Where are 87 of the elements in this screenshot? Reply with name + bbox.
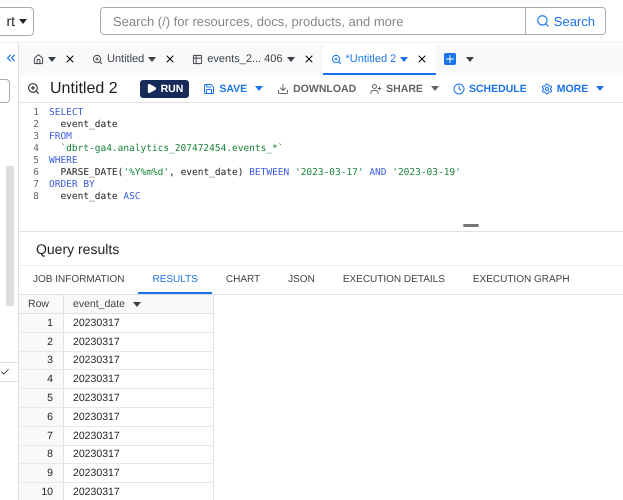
code-line: event_date ASC <box>59 191 141 203</box>
row-number: 8 <box>19 446 64 464</box>
row-number: 10 <box>19 483 64 500</box>
line-number: 6 <box>32 167 40 179</box>
code-line: FROM <box>49 131 72 143</box>
more-button[interactable]: MORE <box>540 80 604 98</box>
results-tab[interactable]: CHART <box>212 266 274 294</box>
query-icon <box>27 82 40 95</box>
row-number: 6 <box>19 408 64 427</box>
input-field[interactable] <box>0 79 10 103</box>
line-number: 1 <box>32 107 40 119</box>
caret-icon <box>286 56 295 62</box>
caret-icon <box>596 86 604 91</box>
line-number: 3 <box>32 131 40 143</box>
schedule-button[interactable]: SCHEDULE <box>452 80 527 98</box>
caret-icon <box>400 56 408 62</box>
code-line: ORDER BY <box>49 179 95 191</box>
results-tab[interactable]: EXECUTION GRAPH <box>458 266 584 294</box>
search-icon <box>536 14 550 28</box>
close-icon[interactable] <box>416 53 428 65</box>
code-line: event_date <box>59 119 118 131</box>
line-number: 4 <box>32 143 40 155</box>
search-button[interactable]: Search <box>524 8 605 34</box>
row-number: 1 <box>19 314 64 333</box>
code-line: WHERE <box>49 155 78 167</box>
table-cell: 20230317 <box>64 446 214 464</box>
caret-icon <box>148 56 156 62</box>
download-icon <box>277 82 290 94</box>
home-icon <box>33 54 44 64</box>
column-header[interactable]: Row <box>19 295 64 314</box>
scrollbar[interactable] <box>6 166 14 306</box>
row-number: 7 <box>19 426 64 446</box>
table-cell: 20230317 <box>64 332 214 352</box>
results-tab[interactable]: JSON <box>274 266 329 294</box>
caret-icon <box>48 56 56 62</box>
line-number: 8 <box>32 191 40 203</box>
play-icon <box>146 83 157 94</box>
save-icon <box>203 82 216 94</box>
results-tab[interactable]: EXECUTION DETAILS <box>328 266 459 294</box>
row-number: 5 <box>19 389 64 408</box>
check-icon <box>0 367 10 377</box>
code-line: PARSE_DATE('%Y%m%d', event_date) BETWEEN '2023-03-17' AND '2023-03-19' <box>59 167 461 179</box>
plus-icon <box>444 53 456 65</box>
row-number: 4 <box>19 370 64 390</box>
row-number: 2 <box>19 332 64 352</box>
results-title: Query results <box>19 232 623 266</box>
search-field[interactable]: Search (/) for resources, docs, products, and more Search <box>100 7 606 35</box>
close-icon[interactable] <box>302 53 315 65</box>
run-button[interactable]: RUN <box>140 80 190 98</box>
results-tab[interactable]: JOB INFORMATION <box>19 266 138 294</box>
code-line: SELECT <box>49 107 84 119</box>
query-title: Untitled 2 <box>50 80 118 98</box>
table-cell: 20230317 <box>64 352 214 370</box>
table-cell: 20230317 <box>64 426 214 446</box>
save-button[interactable]: SAVE <box>203 80 264 98</box>
editor-tab[interactable]: Untitled <box>84 45 184 75</box>
caret-icon <box>430 86 439 91</box>
query-icon <box>92 54 103 64</box>
line-number: 7 <box>32 179 40 191</box>
caret-icon <box>19 18 27 24</box>
query-icon <box>330 54 342 64</box>
column-header[interactable]: event_date <box>64 295 214 314</box>
code-line: `dbrt-ga4.analytics_207472454.events_*` <box>59 143 284 155</box>
close-icon[interactable] <box>164 53 176 65</box>
row-number: 9 <box>19 464 64 484</box>
line-number: 2 <box>32 119 40 131</box>
editor-tab[interactable]: *Untitled 2 <box>322 45 436 75</box>
editor-tab[interactable]: events_2... 406 <box>184 45 323 75</box>
add-person-icon <box>370 82 382 94</box>
line-number: 5 <box>32 155 40 167</box>
caret-icon <box>255 86 264 91</box>
close-icon[interactable] <box>64 53 76 65</box>
table-cell: 20230317 <box>64 408 214 427</box>
table-cell: 20230317 <box>64 483 214 500</box>
clock-icon <box>452 82 465 94</box>
code-editor[interactable]: 1 SELECT 2 event_date 3 FROM 4 `dbrt-ga4.analytics_207472454.events_*` 5 WHERE 6 PARSE_DATE('%Y%m%d', event_date) BETWEEN '2023-03-17' AND '2023-03-19' 7 ORDER BY 8 event_date ASC <box>19 103 623 220</box>
table-cell: 20230317 <box>64 464 214 484</box>
sort-icon <box>132 302 141 306</box>
table-cell: 20230317 <box>64 389 214 408</box>
resize-handle[interactable] <box>463 224 479 227</box>
caret-icon <box>466 56 474 62</box>
project-select[interactable]: rt <box>0 6 34 36</box>
gear-icon <box>540 82 553 94</box>
table-icon <box>192 54 204 64</box>
table-cell: 20230317 <box>64 370 214 390</box>
row-number: 3 <box>19 352 64 370</box>
table-cell: 20230317 <box>64 314 214 333</box>
